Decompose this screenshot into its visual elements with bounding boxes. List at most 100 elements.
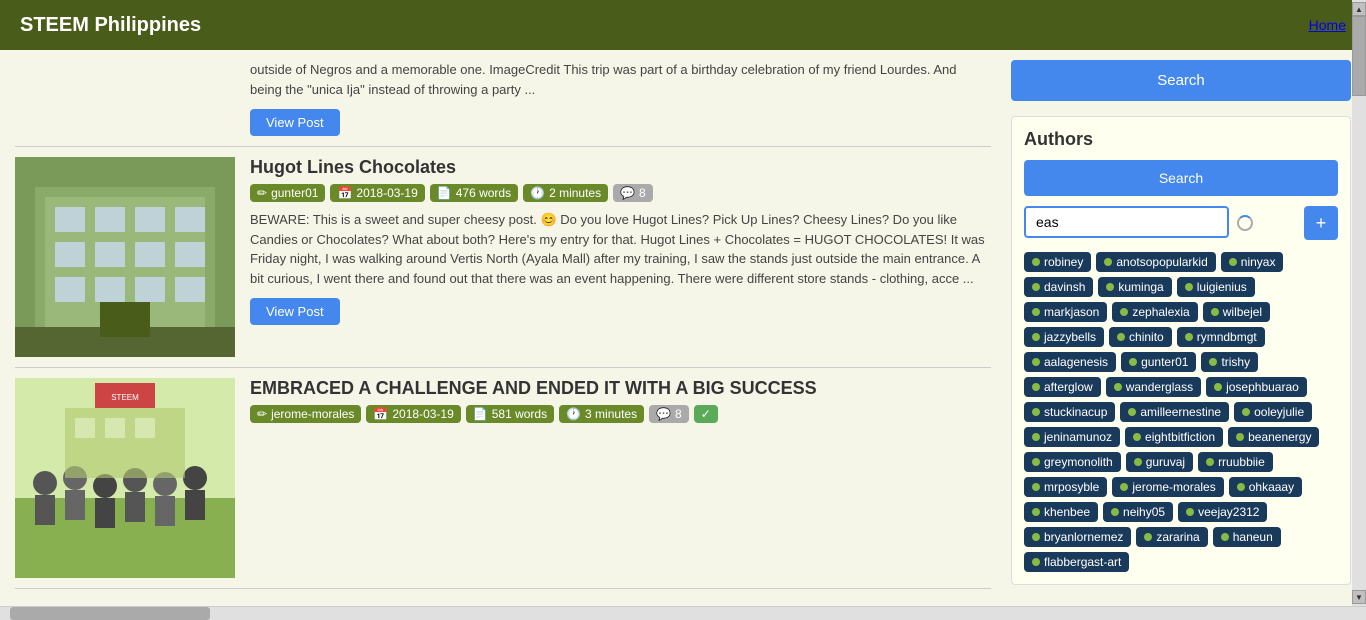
author-tag[interactable]: trishy <box>1201 352 1258 372</box>
author-tag[interactable]: bryanlornemez <box>1024 527 1131 547</box>
author-tag[interactable]: jazzybells <box>1024 327 1104 347</box>
author-tag-dot <box>1229 258 1237 266</box>
author-tag[interactable]: ohkaaay <box>1229 477 1302 497</box>
post-author-badge: ✏ jerome-morales <box>250 405 361 423</box>
author-tag[interactable]: robiney <box>1024 252 1091 272</box>
author-tag-label: ohkaaay <box>1249 480 1294 494</box>
author-tag[interactable]: afterglow <box>1024 377 1101 397</box>
scrollbar-thumb[interactable] <box>10 607 210 620</box>
view-post-button-0[interactable]: View Post <box>250 298 340 325</box>
author-tag[interactable]: wanderglass <box>1106 377 1201 397</box>
author-tag[interactable]: guruvaj <box>1126 452 1193 472</box>
author-tag[interactable]: neihy05 <box>1103 502 1173 522</box>
post-time-badge: 🕐 2 minutes <box>523 184 608 202</box>
author-tag-dot <box>1032 283 1040 291</box>
author-tag-dot <box>1242 408 1250 416</box>
authors-title: Authors <box>1024 129 1338 150</box>
post-title: EMBRACED A CHALLENGE AND ENDED IT WITH A… <box>250 378 991 399</box>
author-tag-label: kuminga <box>1118 280 1163 294</box>
document-icon: 📄 <box>437 186 452 200</box>
author-tag[interactable]: stuckinacup <box>1024 402 1115 422</box>
author-tag[interactable]: wilbejel <box>1203 302 1270 322</box>
author-tag-label: josephbuarao <box>1226 380 1299 394</box>
comment-icon: 💬 <box>656 407 671 421</box>
author-tag-dot <box>1221 533 1229 541</box>
author-tag[interactable]: jerome-morales <box>1112 477 1223 497</box>
author-tag-label: gunter01 <box>1141 355 1188 369</box>
author-tag[interactable]: amilleernestine <box>1120 402 1229 422</box>
author-tag-label: wilbejel <box>1223 305 1262 319</box>
author-tag-label: afterglow <box>1044 380 1093 394</box>
scroll-down-button[interactable]: ▼ <box>1352 590 1366 604</box>
author-tag-dot <box>1104 258 1112 266</box>
scroll-up-button[interactable]: ▲ <box>1352 2 1366 16</box>
author-tag[interactable]: luigienius <box>1177 277 1255 297</box>
partial-post: outside of Negros and a memorable one. I… <box>15 60 991 147</box>
author-tag-label: ninyax <box>1241 255 1276 269</box>
author-tag-label: ooleyjulie <box>1254 405 1304 419</box>
author-tag[interactable]: davinsh <box>1024 277 1093 297</box>
clock-icon: 🕐 <box>530 186 545 200</box>
author-tag-dot <box>1214 383 1222 391</box>
scrollbar-thumb[interactable] <box>1352 16 1366 96</box>
author-tag-label: jerome-morales <box>1132 480 1215 494</box>
scrollbar-track <box>1352 16 1366 590</box>
author-tag-dot <box>1133 433 1141 441</box>
author-tag[interactable]: gunter01 <box>1121 352 1196 372</box>
header-nav: Home <box>1309 17 1346 33</box>
author-tag[interactable]: jeninamunoz <box>1024 427 1120 447</box>
author-tag[interactable]: zephalexia <box>1112 302 1197 322</box>
pencil-icon: ✏ <box>257 407 267 421</box>
post-date-badge: 📅 2018-03-19 <box>366 405 460 423</box>
author-tag[interactable]: greymonolith <box>1024 452 1121 472</box>
svg-text:STEEM: STEEM <box>111 393 139 402</box>
author-tag[interactable]: flabbergast-art <box>1024 552 1129 572</box>
author-input-container <box>1024 206 1298 240</box>
author-tag[interactable]: josephbuarao <box>1206 377 1307 397</box>
author-tag-dot <box>1185 333 1193 341</box>
author-tag[interactable]: ooleyjulie <box>1234 402 1312 422</box>
post-comments-badge: 💬 8 <box>613 184 653 202</box>
author-tag[interactable]: beanenergy <box>1228 427 1319 447</box>
author-tag[interactable]: mrposyble <box>1024 477 1107 497</box>
author-tag[interactable]: anotsopopularkid <box>1096 252 1215 272</box>
author-tag-dot <box>1144 533 1152 541</box>
post-thumbnail <box>15 157 235 357</box>
author-tag[interactable]: khenbee <box>1024 502 1098 522</box>
top-search-button[interactable]: Search <box>1011 60 1351 101</box>
author-tag[interactable]: zararina <box>1136 527 1207 547</box>
author-tag[interactable]: rymndbmgt <box>1177 327 1265 347</box>
author-tag[interactable]: haneun <box>1213 527 1281 547</box>
author-tag[interactable]: rruubbiie <box>1198 452 1273 472</box>
author-tag-label: amilleernestine <box>1140 405 1221 419</box>
authors-search-button[interactable]: Search <box>1024 160 1338 196</box>
horizontal-scrollbar[interactable] <box>0 606 1366 620</box>
main-layout: outside of Negros and a memorable one. I… <box>0 50 1366 599</box>
author-tag-dot <box>1114 383 1122 391</box>
author-tag[interactable]: chinito <box>1109 327 1172 347</box>
post-meta: ✏ jerome-morales 📅 2018-03-19 📄 581 word… <box>250 405 991 423</box>
author-tag-label: khenbee <box>1044 505 1090 519</box>
post-words-badge: 📄 581 words <box>466 405 554 423</box>
author-tag[interactable]: kuminga <box>1098 277 1171 297</box>
author-tag[interactable]: eightbitfiction <box>1125 427 1223 447</box>
author-tag-label: wanderglass <box>1126 380 1193 394</box>
partial-view-post-button[interactable]: View Post <box>250 109 340 136</box>
author-search-input[interactable] <box>1024 206 1229 238</box>
author-tag-label: trishy <box>1221 355 1250 369</box>
author-tag-label: bryanlornemez <box>1044 530 1123 544</box>
author-tag-label: veejay2312 <box>1198 505 1259 519</box>
author-tag[interactable]: veejay2312 <box>1178 502 1267 522</box>
author-tag[interactable]: markjason <box>1024 302 1107 322</box>
author-tag-dot <box>1032 433 1040 441</box>
author-tag-dot <box>1032 333 1040 341</box>
post-comments-badge: 💬 8 <box>649 405 689 423</box>
author-tag-dot <box>1032 458 1040 466</box>
post-excerpt: BEWARE: This is a sweet and super cheesy… <box>250 210 991 288</box>
vertical-scrollbar[interactable]: ▲ ▼ <box>1352 0 1366 606</box>
author-tag-label: mrposyble <box>1044 480 1099 494</box>
home-link[interactable]: Home <box>1309 17 1346 33</box>
author-tag[interactable]: ninyax <box>1221 252 1284 272</box>
author-tag[interactable]: aalagenesis <box>1024 352 1116 372</box>
author-add-button[interactable]: + <box>1304 206 1338 240</box>
